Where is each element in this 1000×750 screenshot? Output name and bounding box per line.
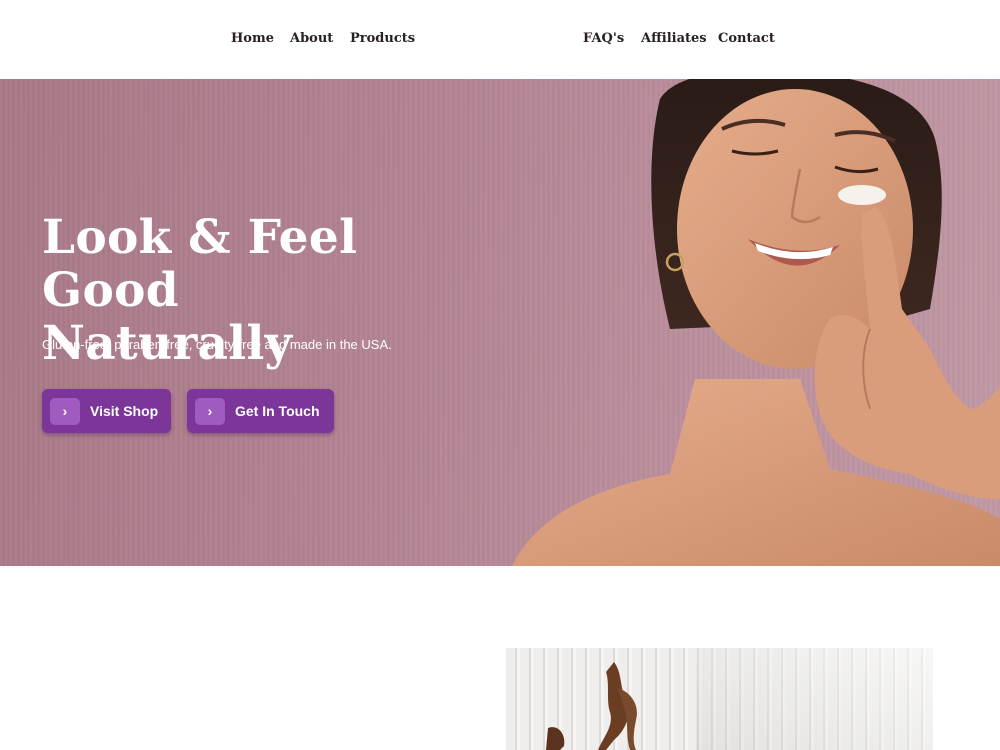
hero-section: Look & Feel Good Naturally Gluten-free, … xyxy=(0,79,1000,566)
driftwood-image xyxy=(546,662,637,750)
decor-photo xyxy=(506,648,933,750)
visit-shop-label: Visit Shop xyxy=(90,403,159,419)
nav-link-faqs[interactable]: FAQ's xyxy=(583,31,624,46)
visit-shop-button[interactable]: › Visit Shop xyxy=(42,389,171,433)
hero-title-line-1: Look & Feel Good xyxy=(42,210,358,318)
nav-link-about[interactable]: About xyxy=(290,31,333,46)
get-in-touch-button[interactable]: › Get In Touch xyxy=(187,389,334,433)
nav-link-home[interactable]: Home xyxy=(231,31,274,46)
nav-link-contact[interactable]: Contact xyxy=(718,31,775,46)
chevron-right-icon: › xyxy=(50,397,80,425)
main-nav: Home About Products FAQ's Affiliates Con… xyxy=(0,0,1000,79)
hero-subtitle: Gluten-free, paraben-free, cruelty-free … xyxy=(42,337,392,352)
hero-model-image xyxy=(512,79,1000,566)
chevron-right-icon: › xyxy=(195,397,225,425)
logo-slot[interactable] xyxy=(440,22,550,58)
get-in-touch-label: Get In Touch xyxy=(235,403,320,419)
nav-link-products[interactable]: Products xyxy=(350,31,415,46)
nav-link-affiliates[interactable]: Affiliates xyxy=(641,31,707,46)
